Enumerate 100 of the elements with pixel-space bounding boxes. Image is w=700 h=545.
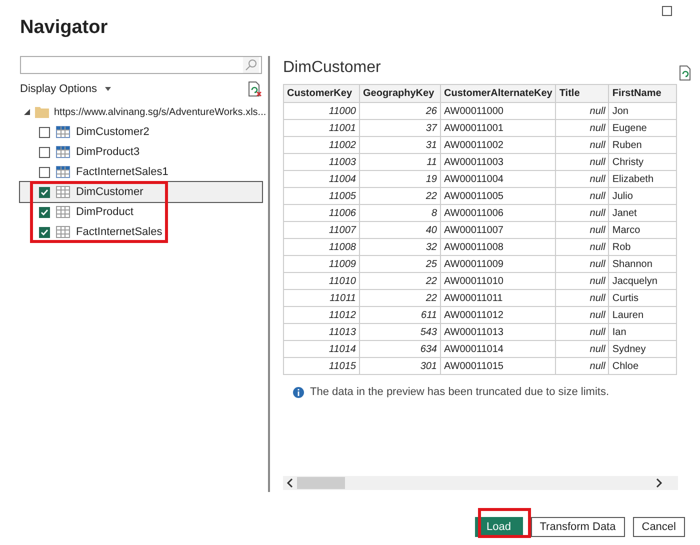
table-cell: 25 — [360, 256, 440, 272]
table-cell: Janet — [608, 204, 677, 222]
table-cell: Ian — [608, 324, 677, 340]
table-cell: null — [556, 290, 609, 306]
tree-item[interactable]: DimProduct — [20, 202, 262, 222]
dialog-button[interactable]: Cancel — [632, 517, 685, 538]
horizontal-scrollbar[interactable] — [283, 476, 678, 490]
table-cell: null — [556, 188, 609, 204]
table-cell: Jon — [608, 102, 677, 120]
table-cell: Shannon — [608, 256, 677, 272]
tree-item-label: DimProduct3 — [76, 144, 140, 160]
tree-item[interactable]: FactInternetSales — [20, 222, 262, 242]
checkbox[interactable] — [39, 166, 50, 178]
search-icon[interactable] — [243, 57, 259, 73]
table-cell: 11002 — [284, 136, 360, 154]
table-cell: 11012 — [284, 306, 360, 324]
table-cell: 11005 — [284, 188, 360, 204]
column-header[interactable]: FirstName — [608, 84, 677, 102]
table-cell: AW00011009 — [440, 256, 556, 272]
delete-refresh-icon[interactable] — [248, 81, 262, 97]
checkbox[interactable] — [39, 126, 50, 138]
table-cell: 19 — [360, 170, 440, 188]
table-icon — [56, 206, 70, 218]
table-cell: Rob — [608, 238, 677, 256]
table-cell: AW00011011 — [440, 290, 556, 306]
table-cell: 26 — [360, 102, 440, 120]
column-header[interactable]: CustomerKey — [284, 84, 360, 102]
table-cell: null — [556, 204, 609, 222]
table-cell: null — [556, 324, 609, 340]
expand-arrow-icon[interactable] — [24, 109, 30, 115]
table-cell: AW00011002 — [440, 136, 556, 154]
table-cell: null — [556, 154, 609, 170]
dialog-button[interactable]: Transform Data — [530, 517, 625, 538]
search-field[interactable] — [20, 56, 262, 74]
table-cell: Sydney — [608, 340, 677, 358]
tree-root-label: https://www.alvinang.sg/s/AdventureWorks.xls... — [54, 106, 266, 120]
table-cell: AW00011003 — [440, 154, 556, 170]
table-cell: null — [556, 256, 609, 272]
table-cell: 634 — [360, 340, 440, 358]
table-cell: 11014 — [284, 340, 360, 358]
table-cell: null — [556, 306, 609, 324]
table-cell: AW00011000 — [440, 102, 556, 120]
window-title: Navigator — [20, 16, 108, 40]
preview-title: DimCustomer — [283, 58, 381, 78]
table-icon — [56, 166, 70, 178]
table-icon — [56, 146, 70, 158]
table-cell: 611 — [360, 306, 440, 324]
column-header[interactable]: Title — [556, 84, 609, 102]
display-options-dropdown[interactable]: Display Options — [20, 80, 112, 98]
table-icon — [56, 126, 70, 138]
table-cell: null — [556, 102, 609, 120]
table-cell: null — [556, 340, 609, 358]
tree-item-label: DimCustomer — [76, 184, 144, 200]
table-icon — [56, 186, 70, 198]
tree-item[interactable]: FactInternetSales1 — [20, 162, 262, 182]
table-cell: 11013 — [284, 324, 360, 340]
table-cell: 11 — [360, 154, 440, 170]
table-cell: null — [556, 222, 609, 238]
table-cell: 22 — [360, 188, 440, 204]
column-header[interactable]: CustomerAlternateKey — [440, 84, 556, 102]
table-cell: 301 — [360, 358, 440, 374]
table-cell: AW00011007 — [440, 222, 556, 238]
table-cell: Christy — [608, 154, 677, 170]
table-cell: null — [556, 120, 609, 136]
table-cell: AW00011015 — [440, 358, 556, 374]
tree-item[interactable]: DimCustomer — [20, 182, 262, 202]
table-cell: 32 — [360, 238, 440, 256]
maximize-icon[interactable] — [662, 6, 672, 16]
tree-item[interactable]: DimCustomer2 — [20, 122, 262, 142]
table-cell: null — [556, 358, 609, 374]
checkbox[interactable] — [39, 146, 50, 158]
info-icon — [293, 386, 304, 398]
table-cell: 11010 — [284, 272, 360, 290]
table-cell: null — [556, 136, 609, 154]
folder-icon — [35, 106, 49, 118]
table-cell: Curtis — [608, 290, 677, 306]
table-cell: 11006 — [284, 204, 360, 222]
table-cell: 11011 — [284, 290, 360, 306]
table-cell: 11003 — [284, 154, 360, 170]
table-cell: 11004 — [284, 170, 360, 188]
table-cell: 11008 — [284, 238, 360, 256]
caret-icon — [105, 87, 112, 91]
refresh-icon[interactable] — [679, 65, 693, 81]
checkbox[interactable] — [39, 186, 50, 198]
table-cell: AW00011013 — [440, 324, 556, 340]
scrollbar-thumb[interactable] — [297, 477, 345, 489]
table-cell: Lauren — [608, 306, 677, 324]
table-cell: Eugene — [608, 120, 677, 136]
column-header[interactable]: GeographyKey — [360, 84, 440, 102]
table-cell: AW00011012 — [440, 306, 556, 324]
table-cell: Elizabeth — [608, 170, 677, 188]
table-cell: AW00011005 — [440, 188, 556, 204]
tree-item-label: DimCustomer2 — [76, 124, 150, 140]
table-cell: 11000 — [284, 102, 360, 120]
table-icon — [56, 226, 70, 238]
table-cell: AW00011008 — [440, 238, 556, 256]
table-cell: Ruben — [608, 136, 677, 154]
tree-item[interactable]: DimProduct3 — [20, 142, 262, 162]
checkbox[interactable] — [39, 226, 50, 238]
checkbox[interactable] — [39, 206, 50, 218]
